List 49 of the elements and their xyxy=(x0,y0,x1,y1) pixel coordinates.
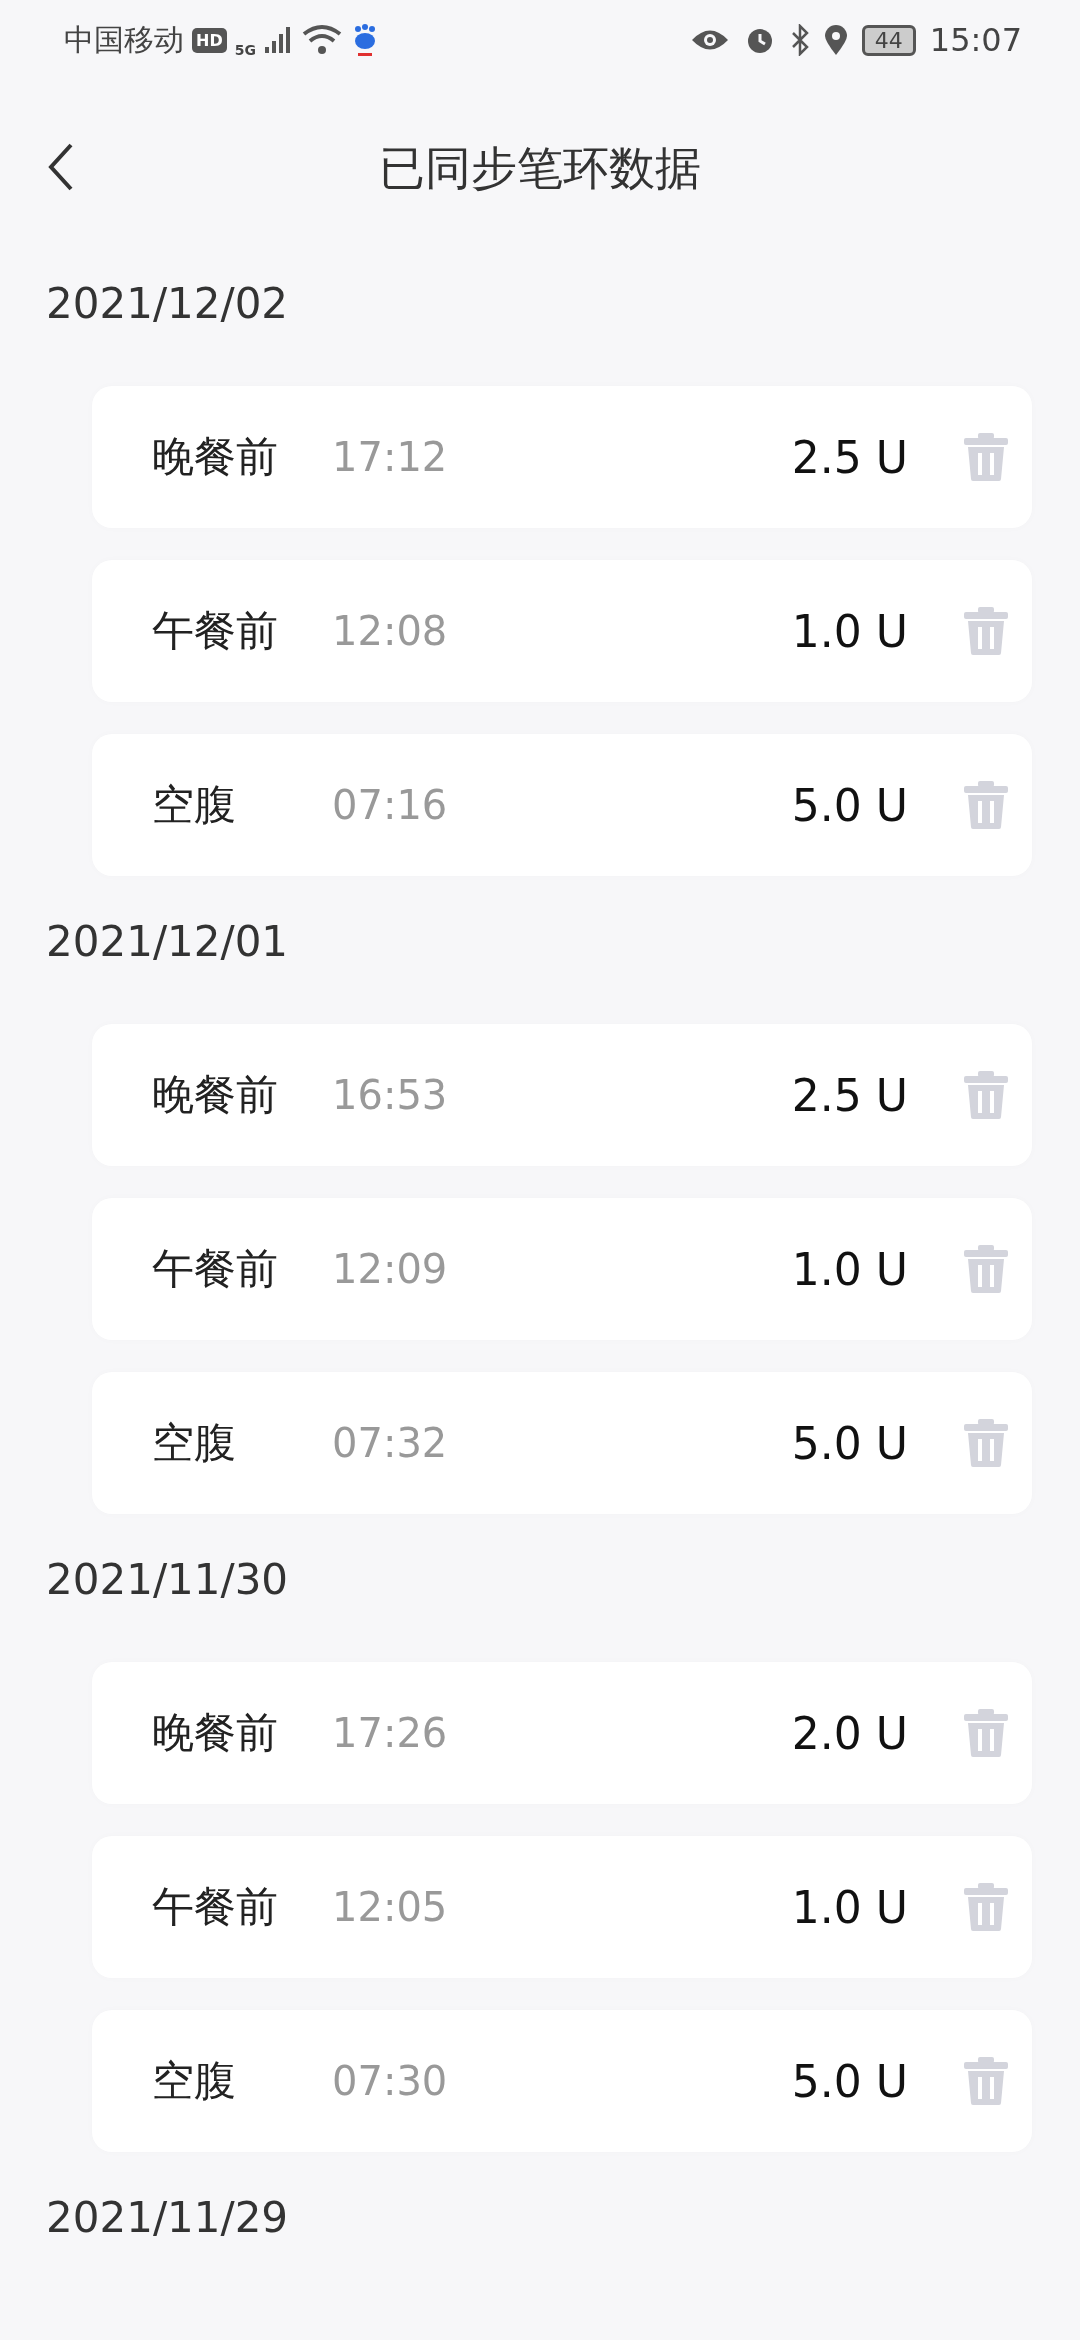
record-time: 12:09 xyxy=(332,1246,448,1292)
meal-label: 午餐前 xyxy=(152,1881,279,1933)
meal-label: 午餐前 xyxy=(152,605,279,657)
record-time: 17:26 xyxy=(332,1710,448,1756)
carrier-name: 中国移动 xyxy=(64,20,184,59)
record-time: 07:16 xyxy=(332,782,448,828)
bluetooth-icon xyxy=(789,24,810,56)
network-type: 5G xyxy=(234,41,256,58)
clock-time: 15:07 xyxy=(929,21,1022,59)
hd-badge: HD xyxy=(192,27,227,53)
date-heading: 2021/11/29 xyxy=(46,2192,290,2244)
record-time: 12:05 xyxy=(332,1884,448,1930)
trash-icon[interactable] xyxy=(964,2057,1008,2105)
record-time: 07:30 xyxy=(332,2058,448,2104)
record-time: 17:12 xyxy=(332,434,448,480)
dose-value: 1.0 U xyxy=(791,1881,908,1933)
meal-label: 午餐前 xyxy=(152,1243,279,1295)
record-time: 07:32 xyxy=(332,1420,448,1466)
meal-label: 空腹 xyxy=(152,1417,237,1469)
dose-value: 2.5 U xyxy=(791,1069,908,1121)
meal-label: 晚餐前 xyxy=(152,1707,279,1759)
dose-value: 1.0 U xyxy=(791,605,908,657)
date-heading: 2021/11/30 xyxy=(46,1554,290,1606)
battery-indicator: 44 xyxy=(861,24,916,56)
meal-label: 晚餐前 xyxy=(152,1069,279,1121)
dose-value: 2.5 U xyxy=(791,431,908,483)
meal-label: 空腹 xyxy=(152,779,237,831)
meal-label: 空腹 xyxy=(152,2055,237,2107)
dose-value: 2.0 U xyxy=(791,1707,908,1759)
trash-icon[interactable] xyxy=(964,607,1008,655)
location-icon xyxy=(823,24,848,56)
wifi-icon xyxy=(301,24,342,56)
meal-label: 晚餐前 xyxy=(152,431,279,483)
trash-icon[interactable] xyxy=(964,1071,1008,1119)
trash-icon[interactable] xyxy=(964,1883,1008,1931)
record-time: 12:08 xyxy=(332,608,448,654)
record-time: 16:53 xyxy=(332,1072,448,1118)
trash-icon[interactable] xyxy=(964,1245,1008,1293)
dose-value: 5.0 U xyxy=(791,779,908,831)
dose-value: 5.0 U xyxy=(791,1417,908,1469)
page-title: 已同步笔环数据 xyxy=(379,140,701,197)
trash-icon[interactable] xyxy=(964,433,1008,481)
trash-icon[interactable] xyxy=(964,781,1008,829)
date-heading: 2021/12/02 xyxy=(46,278,290,330)
trash-icon[interactable] xyxy=(964,1419,1008,1467)
trash-icon[interactable] xyxy=(964,1709,1008,1757)
dose-value: 5.0 U xyxy=(791,2055,908,2107)
dose-value: 1.0 U xyxy=(791,1243,908,1295)
date-heading: 2021/12/01 xyxy=(46,916,290,968)
